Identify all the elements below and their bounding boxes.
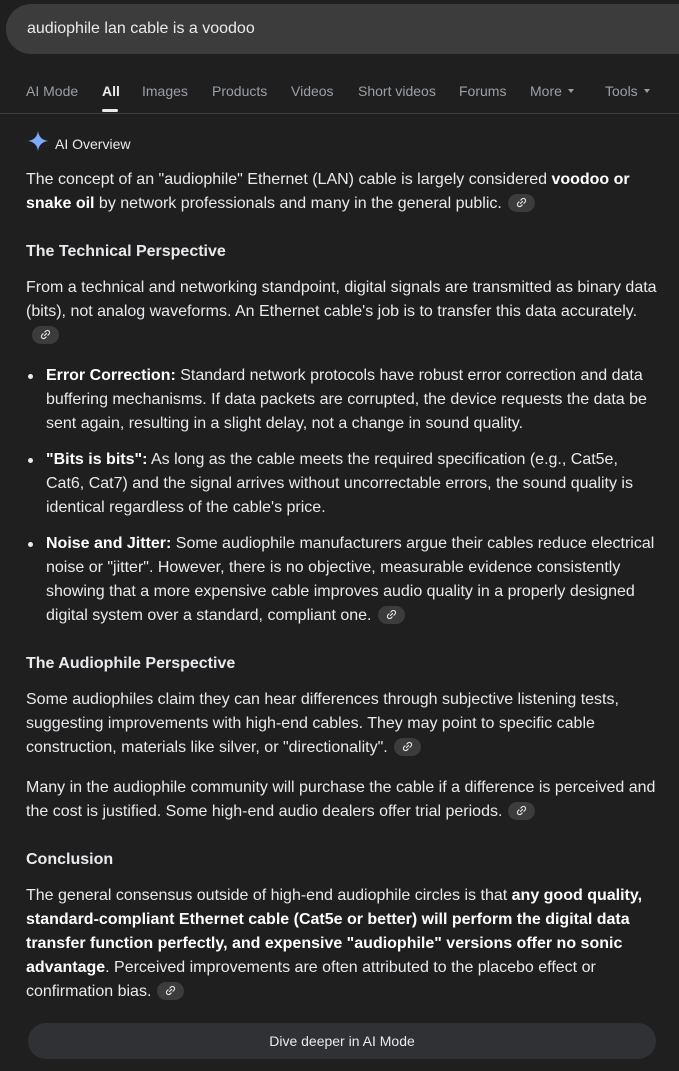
dive-deeper-label: Dive deeper in AI Mode [269,1033,415,1049]
tab-videos[interactable]: Videos [291,83,334,99]
bullet-title: Error Correction: [46,367,176,384]
ai-overview-label: AI Overview [55,135,131,152]
intro-text-end: by network professionals and many in the… [94,195,502,212]
dive-deeper-button[interactable]: Dive deeper in AI Mode [28,1023,656,1059]
audiophile-heading: The Audiophile Perspective [26,655,236,672]
technical-bullets: Error Correction: Standard network proto… [26,364,658,628]
audiophile-text: Some audiophiles claim they can hear dif… [26,691,619,756]
tab-label: Videos [291,83,334,99]
caret-down-icon [567,89,574,93]
tab-more[interactable]: More [530,83,574,99]
link-icon[interactable] [377,605,405,624]
bullet-title: "Bits is bits": [46,451,148,468]
tab-label: Tools [605,83,638,99]
audiophile-paragraph-2: Many in the audiophile community will pu… [26,776,658,824]
search-bar[interactable]: audiophile lan cable is a voodoo [6,4,679,54]
bullet-title: Noise and Jitter: [46,535,172,552]
tab-label: Images [142,83,188,99]
tab-ai-mode[interactable]: AI Mode [26,83,78,99]
link-icon[interactable] [157,981,185,1000]
tab-products[interactable]: Products [212,83,267,99]
conclusion-paragraph: The general consensus outside of high-en… [26,884,658,1004]
tab-label: All [102,83,120,99]
list-item: Noise and Jitter: Some audiophile manufa… [26,532,658,628]
tab-label: Short videos [358,83,436,99]
ai-overview-body: The concept of an "audiophile" Ethernet … [26,168,658,1004]
list-item: Error Correction: Standard network proto… [26,364,658,436]
ai-overview-header: AI Overview [27,130,130,157]
technical-heading: The Technical Perspective [26,243,226,260]
active-tab-indicator [102,109,118,112]
search-query[interactable]: audiophile lan cable is a voodoo [27,20,255,38]
tab-label: Forums [459,83,507,99]
sparkle-icon [27,130,49,157]
tab-label: AI Mode [26,83,79,99]
link-icon[interactable] [507,193,535,212]
tab-label: Products [212,83,268,99]
tab-tools[interactable]: Tools [605,83,650,99]
link-icon[interactable] [32,325,59,344]
tab-images[interactable]: Images [142,83,188,99]
conclusion-text-end: . Perceived improvements are often attri… [26,959,596,1000]
conclusion-heading: Conclusion [26,851,114,868]
list-item: "Bits is bits": As long as the cable mee… [26,448,658,520]
intro-paragraph: The concept of an "audiophile" Ethernet … [26,168,658,216]
tab-short-videos[interactable]: Short videos [358,83,436,99]
caret-down-icon [643,89,650,93]
tab-forums[interactable]: Forums [459,83,506,99]
tab-all[interactable]: All [102,83,120,99]
search-tabs: AI Mode All Images Products Videos Short… [0,70,679,114]
audiophile-text: Many in the audiophile community will pu… [26,779,656,820]
conclusion-text: The general consensus outside of high-en… [26,887,512,904]
technical-text: From a technical and networking standpoi… [26,279,657,320]
audiophile-paragraph-1: Some audiophiles claim they can hear dif… [26,688,658,760]
link-icon[interactable] [393,737,421,756]
tab-label: More [530,83,562,99]
technical-paragraph: From a technical and networking standpoi… [26,276,658,348]
link-icon[interactable] [508,801,536,820]
intro-text: The concept of an "audiophile" Ethernet … [26,171,552,188]
